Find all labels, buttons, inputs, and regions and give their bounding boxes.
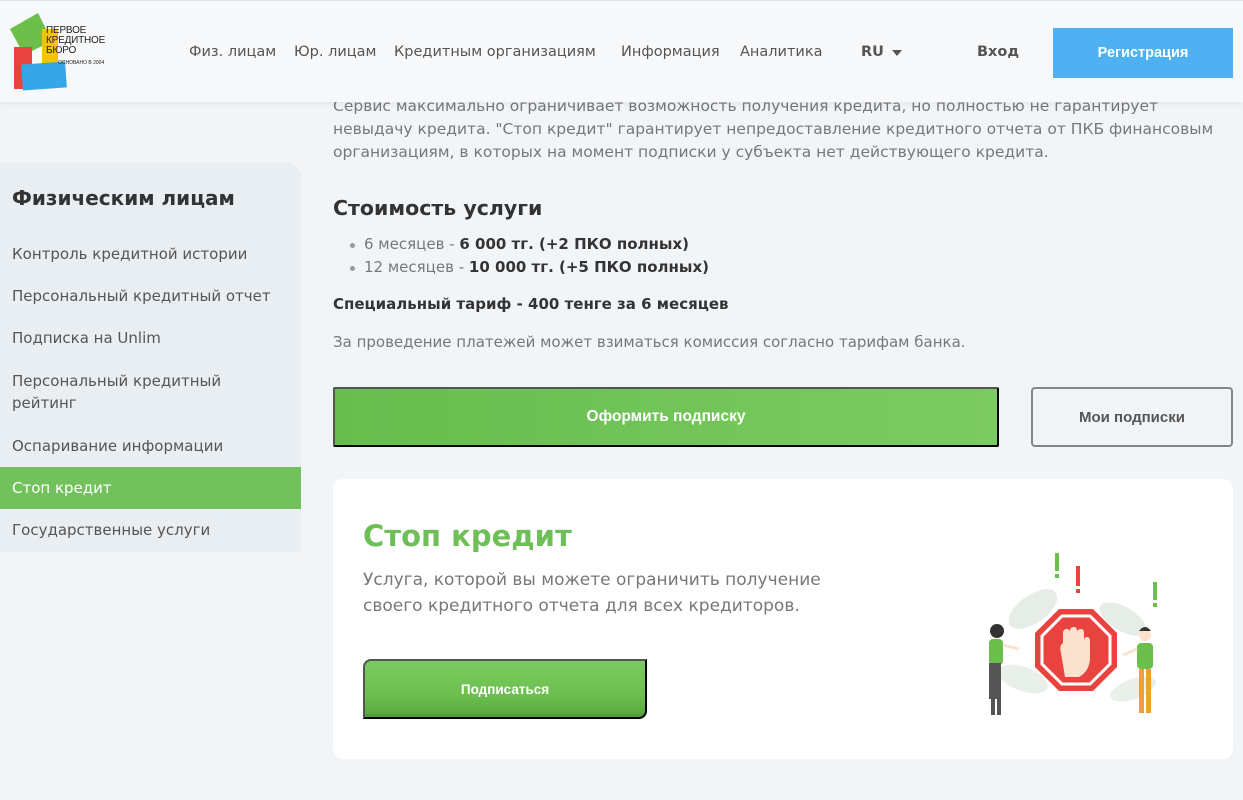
sidebar: Физическим лицам Контроль кредитной исто… bbox=[0, 163, 301, 552]
sidebar-item-unlim-subscription[interactable]: Подписка на Unlim bbox=[0, 327, 301, 349]
language-selector[interactable]: RU bbox=[861, 44, 884, 60]
register-button[interactable]: Регистрация bbox=[1053, 28, 1233, 78]
subscribe-button[interactable]: Оформить подписку bbox=[333, 387, 999, 447]
login-link[interactable]: Вход bbox=[977, 44, 1019, 60]
list-item: 6 месяцев - 6 000 тг. (+2 ПКО полных) bbox=[350, 233, 709, 256]
stop-credit-card: Стоп кредит Услуга, которой вы можете ог… bbox=[333, 479, 1233, 759]
card-title: Стоп кредит bbox=[363, 519, 572, 553]
sidebar-item-credit-history-control[interactable]: Контроль кредитной истории bbox=[0, 243, 301, 265]
nav-credit-organizations[interactable]: Кредитным организациям bbox=[394, 44, 596, 60]
nav-information[interactable]: Информация bbox=[621, 44, 720, 60]
service-description: Сервис максимально ограничивает возможно… bbox=[333, 97, 1214, 161]
nav-legal-entities[interactable]: Юр. лицам bbox=[294, 44, 376, 60]
chevron-down-icon[interactable] bbox=[892, 50, 902, 56]
list-item: 12 месяцев - 10 000 тг. (+5 ПКО полных) bbox=[350, 256, 709, 279]
special-tariff: Специальный тариф - 400 тенге за 6 месяц… bbox=[333, 295, 729, 313]
card-description: Услуга, которой вы можете ограничить пол… bbox=[363, 570, 821, 616]
sidebar-item-personal-credit-rating[interactable]: Персональный кредитный рейтинг bbox=[0, 370, 240, 414]
sidebar-item-stop-credit[interactable]: Стоп кредит bbox=[0, 467, 301, 509]
nav-individuals[interactable]: Физ. лицам bbox=[189, 44, 276, 60]
sidebar-item-personal-credit-report[interactable]: Персональный кредитный отчет bbox=[0, 285, 301, 307]
price-heading: Стоимость услуги bbox=[333, 196, 543, 220]
logo-tagline: ОСНОВАНО В 2004 bbox=[58, 60, 105, 66]
sidebar-item-dispute-information[interactable]: Оспаривание информации bbox=[0, 435, 301, 457]
sidebar-item-government-services[interactable]: Государственные услуги bbox=[0, 519, 301, 541]
sidebar-title: Физическим лицам bbox=[12, 186, 235, 210]
site-header: ПЕРВОЕ КРЕДИТНОЕ БЮРО ОСНОВАНО В 2004 Фи… bbox=[0, 0, 1243, 102]
stop-hand-illustration bbox=[989, 553, 1157, 715]
my-subscriptions-button[interactable]: Мои подписки bbox=[1031, 387, 1233, 447]
nav-analytics[interactable]: Аналитика bbox=[740, 44, 823, 60]
card-subscribe-button[interactable]: Подписаться bbox=[363, 659, 647, 719]
logo-wordmark: ПЕРВОЕ КРЕДИТНОЕ БЮРО bbox=[46, 25, 106, 56]
commission-note: За проведение платежей может взиматься к… bbox=[333, 333, 966, 351]
price-list: 6 месяцев - 6 000 тг. (+2 ПКО полных) 12… bbox=[350, 233, 709, 279]
